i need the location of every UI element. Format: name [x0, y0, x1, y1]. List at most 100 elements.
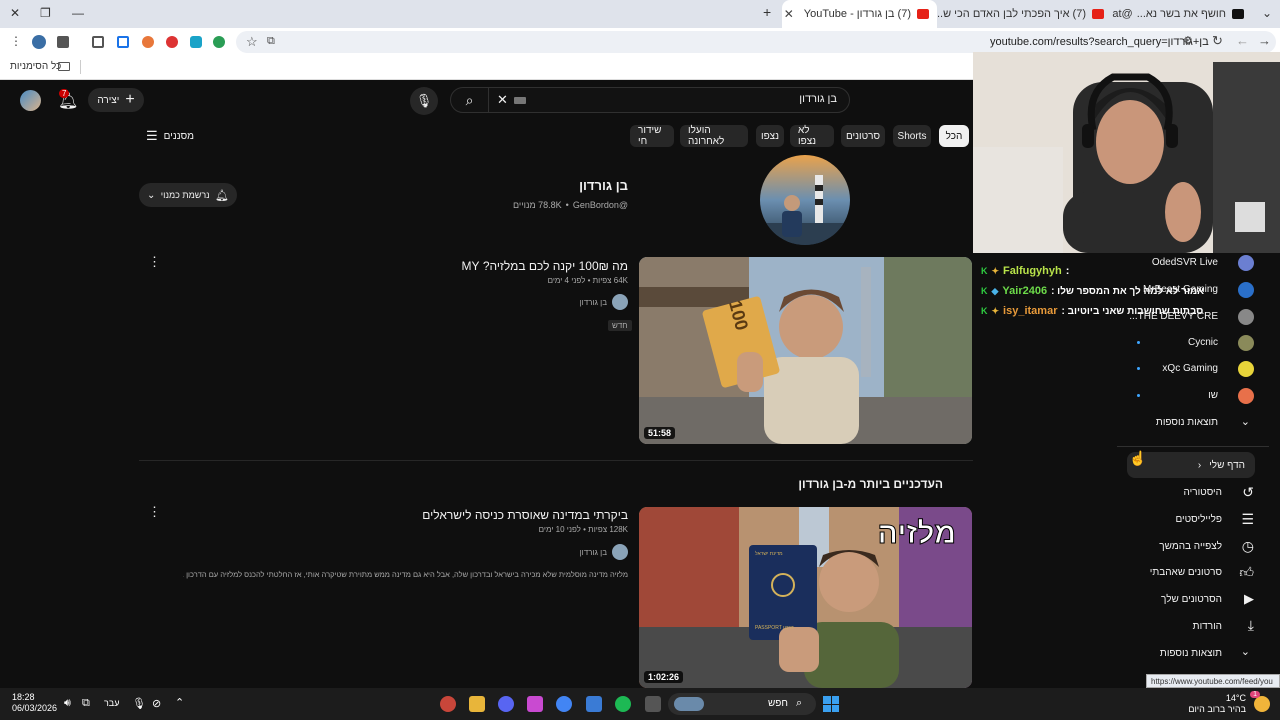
- chip-recently-uploaded[interactable]: הועלו לאחרונה: [680, 125, 748, 147]
- site-settings-icon[interactable]: ⚙: [1183, 34, 1193, 47]
- sub-odedsvr[interactable]: OdedSVR Live: [1152, 257, 1218, 268]
- network-icon[interactable]: ⧉: [82, 697, 90, 710]
- cast-icon[interactable]: ⧉: [267, 35, 275, 48]
- weather-widget[interactable]: 14°C בהיר ברוב היום: [1188, 693, 1246, 715]
- show-more-subs[interactable]: תוצאות נוספות: [1156, 417, 1218, 428]
- all-bookmarks-label[interactable]: כל הסימניות: [10, 61, 61, 72]
- sidebar-your-videos[interactable]: הסרטונים שלך: [1161, 594, 1222, 605]
- sub-avatar[interactable]: [1238, 361, 1254, 377]
- sub-avatar[interactable]: [1238, 309, 1254, 325]
- file-explorer-icon[interactable]: [469, 696, 485, 712]
- chip-live[interactable]: שידור חי: [630, 125, 674, 147]
- sub-avatar[interactable]: [1238, 335, 1254, 351]
- sub-avatar[interactable]: [1238, 388, 1254, 404]
- sidebar-downloads[interactable]: הורדות: [1193, 621, 1222, 632]
- new-tab-icon[interactable]: +: [763, 4, 771, 20]
- sidebar-playlists[interactable]: פלייליסטים: [1175, 514, 1222, 525]
- spotify-icon[interactable]: [615, 696, 631, 712]
- account-avatar[interactable]: [20, 90, 41, 111]
- clock[interactable]: 18:28 06/03/2026: [12, 692, 57, 714]
- filters-button[interactable]: ☰ מסננים: [146, 128, 194, 144]
- history-icon[interactable]: ↺: [1242, 484, 1254, 501]
- minimize-window-icon[interactable]: —: [72, 6, 84, 20]
- download-icon[interactable]: ⤓: [1248, 617, 1254, 634]
- apps-grid-icon[interactable]: [586, 696, 602, 712]
- close-window-icon[interactable]: ✕: [10, 6, 20, 20]
- video1-thumbnail[interactable]: 100 51:58: [639, 257, 972, 444]
- sub-deevy[interactable]: THE DEEVY CRE...: [1129, 311, 1218, 322]
- tab-tiktok[interactable]: חושף את בשר נא... @meat_: [1112, 0, 1252, 28]
- sub-shu[interactable]: שו: [1208, 390, 1218, 401]
- tab-youtube-2[interactable]: (7) איך הפכתי לבן האדם הכי ש... ✕: [937, 0, 1112, 28]
- video2-more-icon[interactable]: ⋮: [148, 504, 161, 520]
- language-indicator[interactable]: עבר: [104, 698, 119, 708]
- chip-watched[interactable]: נצפו: [756, 125, 784, 147]
- sub-xqc[interactable]: xQc Gaming: [1162, 363, 1218, 374]
- app-icon-1[interactable]: [440, 696, 456, 712]
- video2-channel-avatar[interactable]: [612, 544, 628, 560]
- channel-avatar[interactable]: [760, 155, 850, 245]
- subscribed-button[interactable]: ⌄ נרשמת כמנוי 🔔︎: [139, 183, 237, 207]
- extension-red-icon[interactable]: [166, 36, 178, 48]
- extension-orange-icon[interactable]: [142, 36, 154, 48]
- chip-shorts[interactable]: Shorts: [893, 125, 931, 147]
- search-icon[interactable]: ⌕: [451, 88, 489, 112]
- reload-icon[interactable]: ↻: [1212, 33, 1223, 49]
- video2-channel[interactable]: בן גורדון: [580, 548, 607, 557]
- sub-mrbeast[interactable]: MrBeast Gaming: [1143, 284, 1218, 295]
- chrome-icon[interactable]: [556, 696, 572, 712]
- windows-start-icon[interactable]: [823, 696, 839, 712]
- sub-avatar[interactable]: [1238, 282, 1254, 298]
- search-input[interactable]: בן גורדון: [799, 93, 837, 105]
- playlists-icon[interactable]: ☰: [1241, 511, 1254, 528]
- volume-icon[interactable]: 🔊︎: [64, 697, 71, 710]
- profile-icon[interactable]: [32, 35, 46, 49]
- sub-avatar[interactable]: [1238, 255, 1254, 271]
- sidebar-watch-later[interactable]: לצפייה בהמשך: [1159, 541, 1222, 552]
- chevron-down-icon[interactable]: ⌄: [1241, 645, 1250, 658]
- menu-icon[interactable]: ⋮: [10, 34, 22, 48]
- sidebar-history[interactable]: היסטוריה: [1184, 487, 1223, 498]
- url-text[interactable]: youtube.com/results?search_query=בן+גורד…: [990, 36, 1209, 48]
- clear-search-icon[interactable]: ✕: [497, 92, 508, 108]
- app-icon-2[interactable]: [527, 696, 543, 712]
- restore-window-icon[interactable]: ❐: [40, 6, 51, 20]
- extensions-puzzle-icon[interactable]: [92, 36, 104, 48]
- chip-all[interactable]: הכל: [939, 125, 969, 147]
- video2-title[interactable]: ביקרתי במדינה שאוסרת כניסה לישראלים: [208, 508, 628, 522]
- video1-title[interactable]: מה 100₪ יקנה לכם במלזיה? MY: [328, 259, 628, 273]
- chevron-down-icon[interactable]: ⌄: [1241, 415, 1250, 428]
- video2-thumbnail[interactable]: מלזיה מדינת ישראל דרכון PASSPORT 1:02:26: [639, 507, 972, 688]
- play-square-icon[interactable]: ▶: [1244, 591, 1254, 607]
- extension-teal-icon[interactable]: [190, 36, 202, 48]
- tab-youtube-active[interactable]: (7) בן גורדון - YouTube ✕: [782, 0, 937, 28]
- sub-cycnic[interactable]: Cycnic: [1188, 337, 1218, 348]
- close-tab-icon[interactable]: ✕: [784, 7, 794, 21]
- thumbs-up-icon[interactable]: 👍︎: [1239, 564, 1254, 581]
- tab-search-icon[interactable]: ⌄: [1262, 6, 1272, 20]
- channel-name[interactable]: בן גורדון: [579, 178, 628, 193]
- bookmark-star-icon[interactable]: ☆: [246, 34, 258, 50]
- chip-unwatched[interactable]: לא נצפו: [790, 125, 834, 147]
- create-button[interactable]: יצירה +: [88, 88, 144, 112]
- forward-icon[interactable]: ←: [1236, 33, 1249, 48]
- video1-channel[interactable]: בן גורדון: [580, 298, 607, 307]
- video1-channel-avatar[interactable]: [612, 294, 628, 310]
- video1-more-icon[interactable]: ⋮: [148, 254, 161, 270]
- clock-icon[interactable]: ◷: [1242, 538, 1254, 555]
- back-icon[interactable]: →: [1258, 33, 1271, 48]
- mute-icon[interactable]: ⊘: [152, 697, 161, 710]
- discord-icon[interactable]: [498, 696, 514, 712]
- extension-green-icon[interactable]: [213, 36, 225, 48]
- tray-chevron-icon[interactable]: ⌃: [175, 696, 184, 709]
- microphone-icon[interactable]: 🎙︎: [132, 697, 146, 710]
- taskbar-search[interactable]: ⌕ חפש: [668, 693, 816, 715]
- keyboard-icon[interactable]: [514, 97, 526, 104]
- extension-icon[interactable]: [57, 36, 69, 48]
- voice-search-icon[interactable]: 🎙︎: [410, 87, 438, 115]
- search-box[interactable]: ⌕ ✕ בן גורדון: [450, 87, 850, 113]
- screen-capture-icon[interactable]: [117, 36, 129, 48]
- sidebar-liked-videos[interactable]: סרטונים שאהבתי: [1150, 567, 1222, 578]
- show-more-you[interactable]: תוצאות נוספות: [1160, 648, 1222, 659]
- app-icon-3[interactable]: [645, 696, 661, 712]
